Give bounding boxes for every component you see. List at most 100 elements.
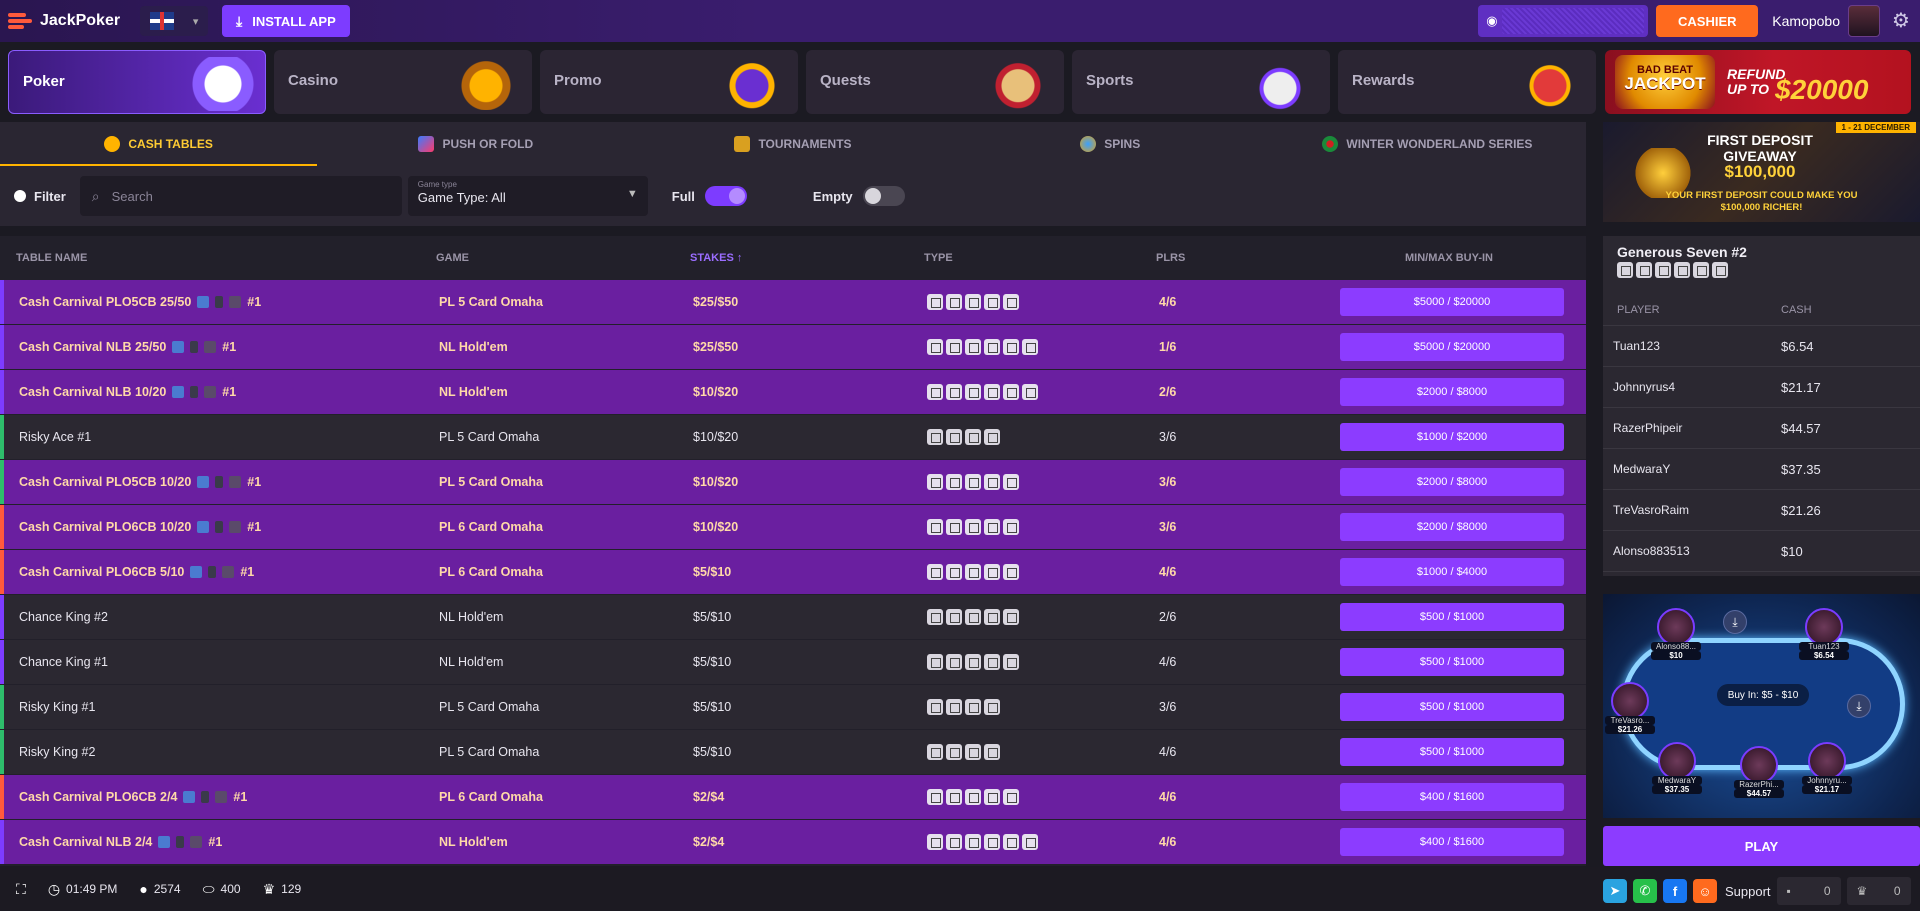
buyin-button[interactable]: $2000 / $8000	[1340, 378, 1564, 406]
table-row[interactable]: Risky Ace #1 PL 5 Card Omaha $10/$20 3/6 $10…	[0, 415, 1586, 459]
table-type-icon	[984, 339, 1000, 355]
lightning-icon	[201, 791, 210, 803]
category-casino[interactable]: Casino	[274, 50, 532, 114]
download-icon[interactable]: ⤓	[1847, 694, 1871, 718]
seat[interactable]: MedwaraY $37.35	[1652, 742, 1702, 794]
tab-tournaments[interactable]: TOURNAMENTS	[634, 122, 951, 166]
username[interactable]: Kamopobo	[1772, 13, 1840, 29]
buyin-button[interactable]: $2000 / $8000	[1340, 513, 1564, 541]
table-row[interactable]: Risky King #2 PL 5 Card Omaha $5/$10 4/6 $50…	[0, 730, 1586, 774]
table-row[interactable]: Chance King #1 NL Hold'em $5/$10 4/6 $500 / …	[0, 640, 1586, 684]
buyin-button[interactable]: $5000 / $20000	[1340, 288, 1564, 316]
cashier-button[interactable]: CASHIER	[1656, 5, 1759, 37]
trophy-counter[interactable]: ♛ 0	[1846, 877, 1911, 905]
download-icon[interactable]: ⤓	[1723, 610, 1747, 634]
table-preview[interactable]: Buy In: $5 - $10 ⤓ ⤓ Alonso88... $10 Tuan…	[1603, 594, 1920, 818]
category-sports[interactable]: Sports	[1072, 50, 1330, 114]
seat[interactable]: RazerPhi... $44.57	[1734, 746, 1784, 798]
game-type-select[interactable]: Game type Game Type: All ▼	[407, 176, 648, 216]
table-suffix: #1	[222, 340, 237, 354]
table-name: Cash Carnival NLB 2/4	[19, 835, 153, 849]
row-accent	[0, 325, 4, 369]
players-cell: 4/6	[1159, 565, 1177, 579]
fullscreen-button[interactable]: ⛶	[16, 881, 26, 898]
seat[interactable]: TreVasro... $21.26	[1605, 682, 1655, 734]
player-row: Alonso883513 $10	[1603, 531, 1920, 572]
table-row[interactable]: Cash Carnival NLB 2/4 #1 NL Hold'em $2/$4 4/…	[0, 820, 1586, 864]
category-poker[interactable]: Poker	[8, 50, 266, 114]
bad-beat-jackpot-banner[interactable]: BAD BEAT JACKPOT REFUND UP TO $20000	[1605, 50, 1911, 114]
facebook-icon[interactable]: f	[1663, 879, 1687, 903]
table-name-cell: Cash Carnival PLO6CB 5/10 #1	[19, 565, 439, 579]
seat[interactable]: Alonso88... $10	[1651, 608, 1701, 660]
col-buyin[interactable]: MIN/MAX BUY-IN	[1336, 252, 1562, 264]
buyin-cell: $2000 / $8000	[1339, 378, 1565, 406]
buyin-button[interactable]: $500 / $1000	[1340, 603, 1564, 631]
buyin-button[interactable]: $500 / $1000	[1340, 648, 1564, 676]
telegram-icon[interactable]: ➤	[1603, 879, 1627, 903]
table-row[interactable]: Cash Carnival NLB 25/50 #1 NL Hold'em $25/$…	[0, 325, 1586, 369]
filter-radio[interactable]	[14, 190, 26, 202]
balance-display[interactable]: ◉	[1478, 5, 1649, 37]
tab-push-or-fold[interactable]: PUSH OR FOLD	[317, 122, 634, 166]
buyin-button[interactable]: $1000 / $2000	[1340, 423, 1564, 451]
buyin-button[interactable]: $400 / $1600	[1340, 783, 1564, 811]
table-type-icon	[946, 564, 962, 580]
tab-winter-wonderland-series[interactable]: WINTER WONDERLAND SERIES	[1269, 122, 1586, 166]
buyin-cell: $5000 / $20000	[1339, 288, 1565, 316]
col-game[interactable]: GAME	[436, 252, 690, 264]
type-cell	[927, 789, 1159, 805]
lightning-icon	[418, 136, 435, 152]
first-deposit-giveaway-banner[interactable]: 1 - 21 DECEMBER FIRST DEPOSIT GIVEAWAY $10…	[1603, 122, 1920, 222]
brand-logo[interactable]: JackPoker	[8, 11, 128, 31]
tab-spins[interactable]: SPINS	[952, 122, 1269, 166]
buyin-button[interactable]: $400 / $1600	[1340, 828, 1564, 856]
buyin-button[interactable]: $2000 / $8000	[1340, 468, 1564, 496]
search-box[interactable]: ⌕	[79, 176, 402, 216]
support-link[interactable]: Support	[1725, 884, 1771, 899]
gear-icon[interactable]: ⚙	[1890, 10, 1912, 32]
category-promo[interactable]: Promo	[540, 50, 798, 114]
table-row[interactable]: Risky King #1 PL 5 Card Omaha $5/$10 3/6 $50…	[0, 685, 1586, 729]
stakes-cell: $10/$20	[693, 430, 739, 444]
install-app-button[interactable]: ⤓ INSTALL APP	[222, 5, 350, 37]
support-icon[interactable]: ☺	[1693, 879, 1717, 903]
language-selector[interactable]: ▾	[140, 6, 208, 36]
col-table-name[interactable]: TABLE NAME	[16, 252, 436, 264]
seat[interactable]: Tuan123 $6.54	[1799, 608, 1849, 660]
play-button[interactable]: PLAY	[1603, 826, 1920, 866]
table-row[interactable]: Cash Carnival PLO5CB 25/50 #1 PL 5 Card Om…	[0, 280, 1586, 324]
active-tables-status: ⬭ 400	[203, 881, 241, 898]
col-type[interactable]: TYPE	[924, 252, 1156, 264]
notifications-counter[interactable]: ▪ 0	[1776, 877, 1841, 905]
search-input[interactable]	[111, 188, 372, 204]
col-players[interactable]: PLRS	[1156, 252, 1336, 264]
table-row[interactable]: Cash Carnival PLO6CB 2/4 #1 PL 6 Card Omah…	[0, 775, 1586, 819]
table-row[interactable]: Chance King #2 NL Hold'em $5/$10 2/6 $500 / …	[0, 595, 1586, 639]
filter-label[interactable]: Filter	[34, 189, 66, 204]
tab-cash-tables[interactable]: CASH TABLES	[0, 122, 318, 166]
empty-toggle[interactable]	[862, 186, 905, 206]
table-row[interactable]: Cash Carnival PLO6CB 5/10 #1 PL 6 Card Oma…	[0, 550, 1586, 594]
category-rewards[interactable]: Rewards	[1338, 50, 1596, 114]
clock-icon: ◷	[47, 880, 61, 897]
table-row[interactable]: Cash Carnival NLB 10/20 #1 NL Hold'em $10/$…	[0, 370, 1586, 414]
category-quests[interactable]: Quests	[806, 50, 1064, 114]
user-avatar[interactable]	[1848, 5, 1880, 37]
buyin-button[interactable]: $500 / $1000	[1340, 693, 1564, 721]
buyin-button[interactable]: $5000 / $20000	[1340, 333, 1564, 361]
full-toggle[interactable]	[704, 186, 747, 206]
row-accent	[0, 640, 4, 684]
whatsapp-icon[interactable]: ✆	[1633, 879, 1657, 903]
table-type-icon	[1003, 609, 1019, 625]
row-accent	[0, 775, 4, 819]
table-name-cell: Chance King #2	[19, 610, 439, 624]
buyin-button[interactable]: $500 / $1000	[1340, 738, 1564, 766]
eye-icon[interactable]: ◉	[1486, 13, 1497, 29]
col-stakes[interactable]: STAKES ↑	[690, 252, 924, 264]
seat[interactable]: Johnnyru... $21.17	[1802, 742, 1852, 794]
table-row[interactable]: Cash Carnival PLO6CB 10/20 #1 PL 6 Card Om…	[0, 505, 1586, 549]
table-suffix: #1	[247, 520, 262, 534]
table-row[interactable]: Cash Carnival PLO5CB 10/20 #1 PL 5 Card Om…	[0, 460, 1586, 504]
buyin-button[interactable]: $1000 / $4000	[1340, 558, 1564, 586]
